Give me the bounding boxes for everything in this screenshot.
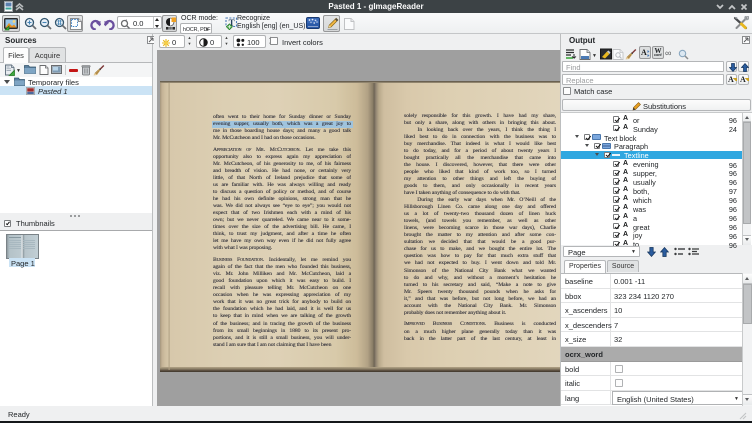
svg-text:A: A [641, 48, 647, 57]
